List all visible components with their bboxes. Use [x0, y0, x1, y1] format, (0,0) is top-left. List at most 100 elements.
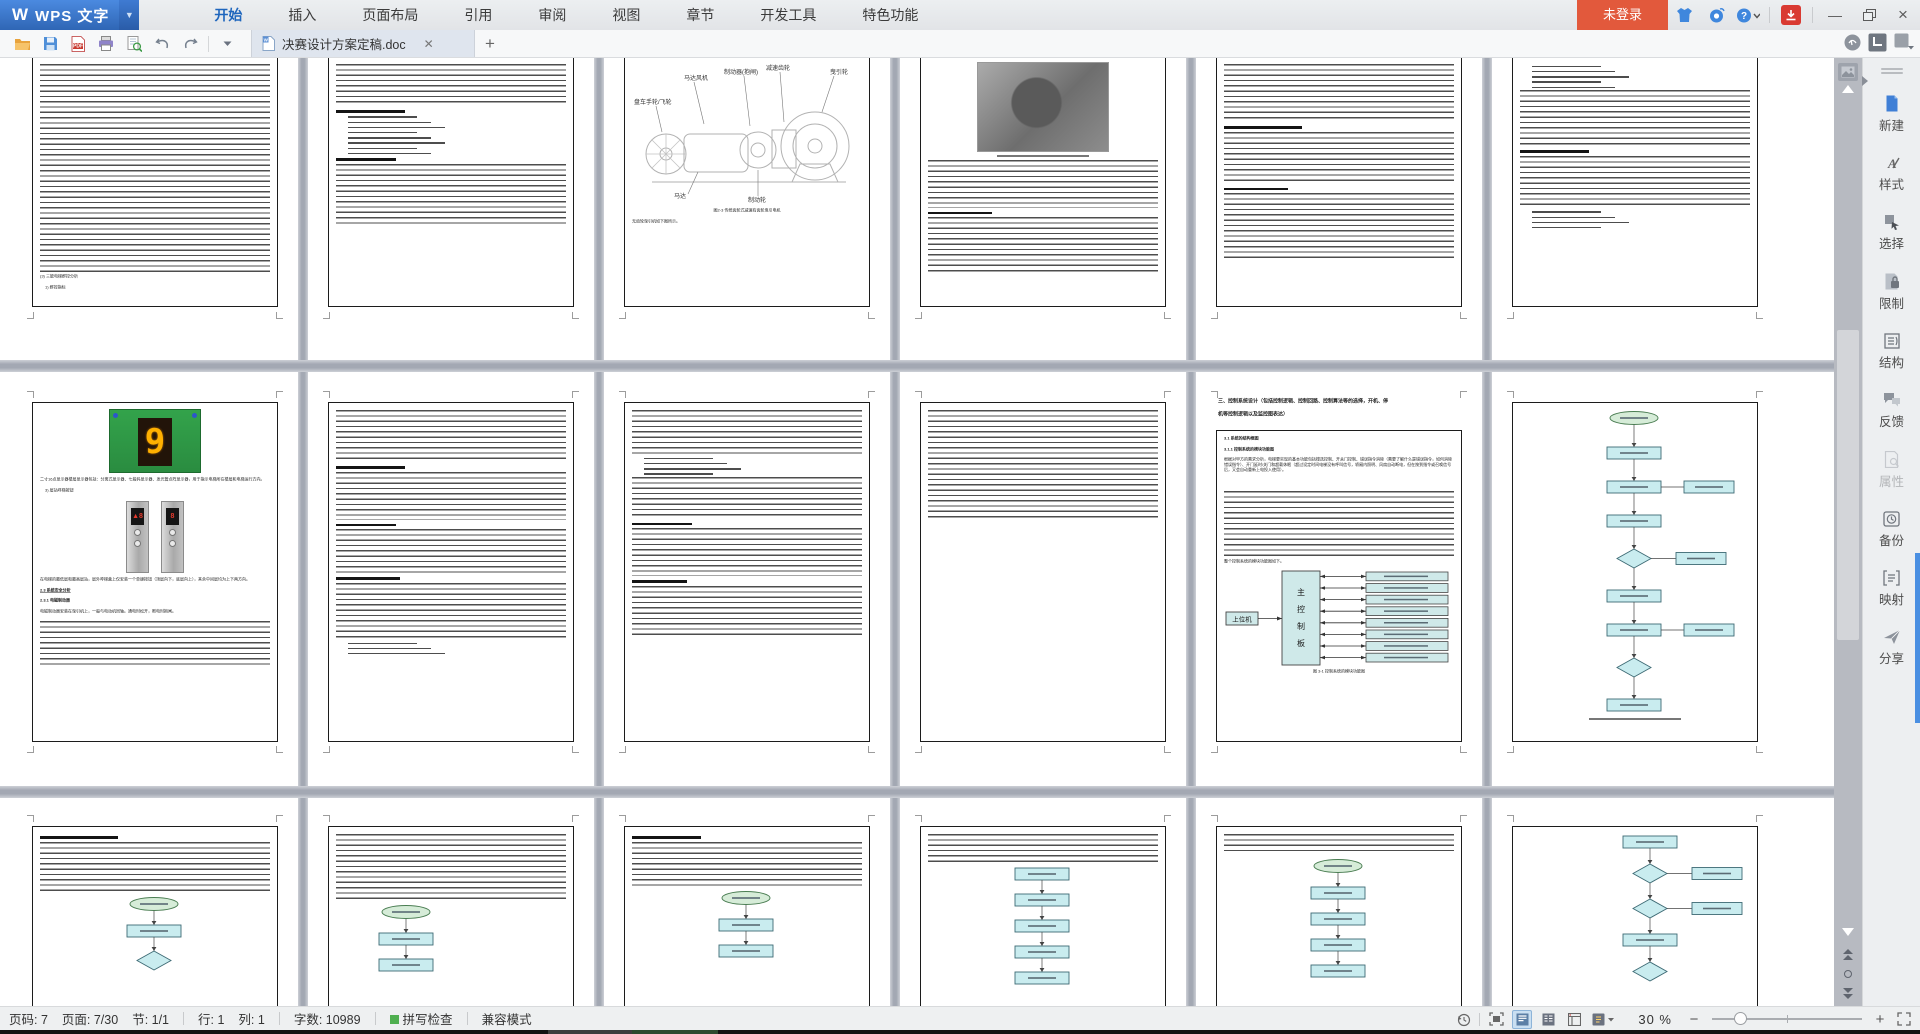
menu-tab-page-layout[interactable]: 页面布局: [339, 0, 441, 30]
document-tab-close-icon[interactable]: ✕: [424, 37, 434, 51]
save-button[interactable]: [38, 33, 62, 55]
view-outline-mode-button[interactable]: [1538, 1010, 1558, 1029]
previous-page-button[interactable]: [1839, 948, 1857, 962]
menu-tab-references[interactable]: 引用: [441, 0, 515, 30]
margin-mark: [323, 815, 330, 822]
service-icon[interactable]: [1703, 4, 1729, 26]
select-icon: [1884, 214, 1900, 230]
print-button[interactable]: [94, 33, 118, 55]
svg-text:曳引轮: 曳引轮: [830, 68, 848, 76]
document-page[interactable]: [900, 798, 1186, 1006]
document-page[interactable]: [1492, 798, 1778, 1006]
close-button[interactable]: ×: [1886, 0, 1920, 30]
logo-dropdown-caret[interactable]: ▼: [119, 0, 139, 30]
new-tab-button[interactable]: +: [475, 30, 505, 57]
document-page[interactable]: [604, 798, 890, 1006]
margin-mark: [868, 815, 875, 822]
document-tab[interactable]: W 决赛设计方案定稿.doc ✕: [251, 30, 475, 57]
document-page[interactable]: [1196, 798, 1482, 1006]
scrollbar-thumb[interactable]: [1837, 330, 1859, 640]
document-page[interactable]: [1196, 58, 1482, 360]
scroll-down-arrow[interactable]: [1842, 928, 1854, 936]
undo-button[interactable]: [150, 33, 174, 55]
view-page-mode-button[interactable]: [1512, 1010, 1532, 1029]
quickbar-separator: [208, 36, 209, 52]
document-page[interactable]: [308, 798, 594, 1006]
document-paragraph: 电磁制动器安装在曳引机上，一般与电动机同轴。通电时松开，断电时抱闸。: [40, 609, 270, 614]
history-version-icon[interactable]: [1453, 1010, 1473, 1029]
heading-bar: [336, 158, 396, 161]
sidebar-scroll-indicator[interactable]: [1915, 553, 1920, 723]
sidebar-layout-icon[interactable]: [1868, 33, 1887, 52]
scroll-up-arrow[interactable]: [1842, 85, 1854, 93]
app-logo[interactable]: W WPS 文字: [0, 0, 119, 30]
document-page[interactable]: [900, 372, 1186, 786]
menu-tab-review[interactable]: 审阅: [515, 0, 589, 30]
sidebar-item-select[interactable]: 选择: [1863, 214, 1920, 252]
minimize-button[interactable]: —: [1818, 0, 1852, 30]
sidebar-collapse-arrow[interactable]: [1862, 76, 1868, 86]
fit-page-button[interactable]: [1486, 1010, 1506, 1029]
next-page-button[interactable]: [1839, 986, 1857, 1000]
sidebar-item-structure[interactable]: 结构: [1863, 333, 1920, 371]
skin-icon[interactable]: [1671, 4, 1697, 26]
export-pdf-button[interactable]: PDF: [66, 33, 90, 55]
page-divider-vertical: [890, 372, 900, 786]
restore-button[interactable]: [1852, 0, 1886, 30]
zoom-slider-handle[interactable]: [1734, 1012, 1747, 1025]
menu-tab-view[interactable]: 视图: [589, 0, 663, 30]
menu-tab-special-features[interactable]: 特色功能: [839, 0, 941, 30]
document-page[interactable]: [12, 798, 298, 1006]
help-icon[interactable]: ?: [1735, 4, 1761, 26]
menu-tab-home[interactable]: 开始: [191, 0, 265, 30]
status-word-count[interactable]: 字数: 10989: [294, 1009, 361, 1028]
sidebar-item-label: 限制: [1879, 293, 1904, 312]
sidebar-item-mapping[interactable]: 映射: [1863, 570, 1920, 608]
zoom-in-button[interactable]: +: [1872, 1011, 1888, 1028]
zoom-slider[interactable]: [1712, 1018, 1862, 1020]
fullscreen-button[interactable]: [1894, 1010, 1914, 1029]
thumbnail-view-icon[interactable]: [1838, 63, 1858, 81]
print-preview-button[interactable]: [122, 33, 146, 55]
sidebar-drag-handle[interactable]: [1881, 68, 1903, 70]
toolbar-more-dropdown[interactable]: [215, 33, 239, 55]
vertical-scrollbar[interactable]: [1834, 58, 1862, 1006]
download-update-icon[interactable]: [1778, 4, 1804, 26]
document-page[interactable]: [1492, 372, 1778, 786]
open-folder-button[interactable]: [10, 33, 34, 55]
document-page[interactable]: 9二寸16点显示器楼层显示器包括：分离式显示器、七段码显示器、发光管点阵显示器，…: [12, 372, 298, 786]
status-spellcheck[interactable]: 拼写检查: [390, 1009, 453, 1028]
page-body-frame: [32, 826, 278, 1006]
view-reader-mode-button[interactable]: [1590, 1010, 1618, 1029]
document-page[interactable]: [604, 372, 890, 786]
document-page[interactable]: 马达风机制动器(抱闸)减速齿轮曳引轮盘车手轮/飞轮马达制动轮图2-3 传统齿轮式…: [604, 58, 890, 360]
margin-mark: [1756, 391, 1763, 398]
document-page[interactable]: [900, 58, 1186, 360]
sidebar-item-label: 映射: [1879, 589, 1904, 608]
sidebar-item-feedback[interactable]: 反馈: [1863, 392, 1920, 430]
document-canvas[interactable]: (3) 三能电梯群控分析1) 群控指标 马达风机制动器(抱闸)减速齿轮曳引轮盘车…: [0, 58, 1834, 1006]
view-web-mode-button[interactable]: [1564, 1010, 1584, 1029]
panel-options-icon[interactable]: [1894, 33, 1916, 52]
menu-tab-section[interactable]: 章节: [663, 0, 737, 30]
page-divider-vertical: [298, 372, 308, 786]
sidebar-item-styles[interactable]: A 样式: [1863, 155, 1920, 193]
document-page[interactable]: (3) 三能电梯群控分析1) 群控指标: [12, 58, 298, 360]
document-page[interactable]: [308, 58, 594, 360]
document-page[interactable]: [1492, 58, 1778, 360]
sidebar-item-restrict[interactable]: 限制: [1863, 273, 1920, 312]
sidebar-item-share[interactable]: 分享: [1863, 629, 1920, 667]
menu-tab-dev-tools[interactable]: 开发工具: [737, 0, 839, 30]
select-browse-object-button[interactable]: [1844, 970, 1852, 978]
zoom-out-button[interactable]: −: [1686, 1011, 1702, 1028]
zoom-percentage[interactable]: 30 %: [1638, 1012, 1672, 1027]
menu-tab-insert[interactable]: 插入: [265, 0, 339, 30]
sidebar-item-new[interactable]: 新建: [1863, 95, 1920, 134]
sidebar-item-backup[interactable]: 备份: [1863, 511, 1920, 549]
simulated-text-block: [632, 528, 862, 576]
document-page[interactable]: 三、控制系统设计（包括控制逻辑、控制回路、控制算法等的选择，开机、停机等控制逻辑…: [1196, 372, 1482, 786]
redo-button[interactable]: [178, 33, 202, 55]
document-page[interactable]: [308, 372, 594, 786]
login-button[interactable]: 未登录: [1577, 0, 1668, 30]
assistant-icon[interactable]: [1844, 34, 1861, 51]
